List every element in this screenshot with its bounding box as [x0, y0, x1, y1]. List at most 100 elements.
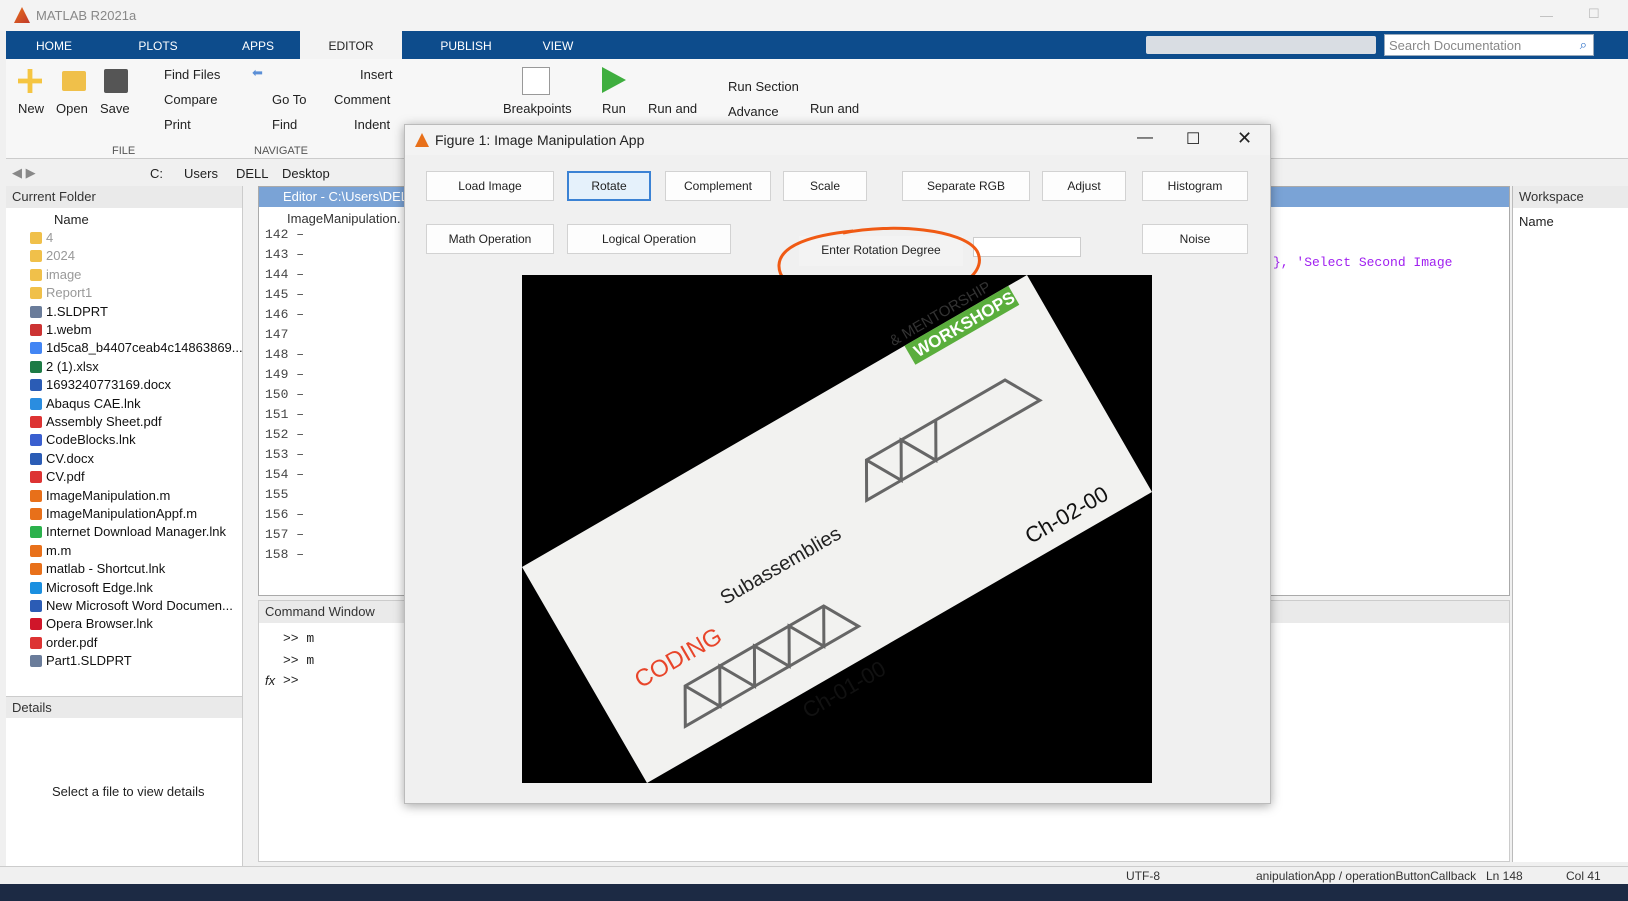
list-item[interactable]: 1.SLDPRT [46, 304, 108, 319]
new-button[interactable]: New [18, 101, 44, 116]
list-item[interactable]: 1.webm [46, 322, 92, 337]
list-item[interactable]: image [46, 267, 81, 282]
file-icon [30, 232, 42, 244]
minimize-icon[interactable]: — [1137, 129, 1153, 147]
list-item[interactable]: Microsoft Edge.lnk [46, 580, 153, 595]
tab-editor[interactable]: EDITOR [300, 31, 402, 59]
comment-button[interactable]: Comment [334, 92, 390, 107]
list-item[interactable]: order.pdf [46, 635, 97, 650]
list-item[interactable]: Part1.SLDPRT [46, 653, 132, 668]
minimize-icon[interactable]: — [1540, 8, 1553, 23]
maximize-icon[interactable]: ☐ [1588, 6, 1600, 22]
line-number: 144 – [265, 267, 305, 282]
scale-button[interactable]: Scale [783, 171, 867, 201]
logical-operation-button[interactable]: Logical Operation [567, 224, 731, 254]
file-icon [30, 305, 42, 318]
list-item[interactable]: Opera Browser.lnk [46, 616, 153, 631]
file-icon [30, 600, 42, 612]
new-icon[interactable] [18, 69, 42, 93]
tab-home[interactable]: HOME [14, 31, 94, 59]
adjust-button[interactable]: Adjust [1042, 171, 1126, 201]
window-title: MATLAB R2021a [36, 8, 137, 23]
maximize-icon[interactable]: ☐ [1186, 129, 1200, 149]
quick-access-toolbar [1146, 36, 1376, 54]
list-item[interactable]: ImageManipulation.m [46, 488, 170, 503]
list-item[interactable]: Internet Download Manager.lnk [46, 524, 226, 539]
goto-button[interactable]: Go To [272, 92, 306, 107]
code-line[interactable]: }, 'Select Second Image [1273, 255, 1452, 270]
breakpoints-button[interactable]: Breakpoints [503, 101, 572, 116]
back-icon[interactable]: ◀ ▶ [12, 165, 36, 181]
line-number: 142 – [265, 227, 305, 242]
rotated-image: CODING Subassemblies Ch-01-00 Ch-02-00 &… [522, 275, 1152, 783]
path-segment[interactable]: Desktop [282, 166, 330, 181]
tab-plots[interactable]: PLOTS [118, 31, 198, 59]
command-line: >> m [283, 631, 315, 646]
list-item[interactable]: 2 (1).xlsx [46, 359, 99, 374]
run-and-time-button[interactable]: Run and [810, 101, 859, 116]
path-segment[interactable]: DELL [236, 166, 269, 181]
tab-view[interactable]: VIEW [518, 31, 598, 59]
find-button[interactable]: Find [272, 117, 297, 132]
name-column-header[interactable]: Name [54, 212, 89, 227]
list-item[interactable]: ImageManipulationAppf.m [46, 506, 197, 521]
list-item[interactable]: Abaqus CAE.lnk [46, 396, 141, 411]
list-item[interactable]: CV.docx [46, 451, 94, 466]
open-button[interactable]: Open [56, 101, 88, 116]
print-button[interactable]: Print [164, 117, 191, 132]
list-item[interactable]: CodeBlocks.lnk [46, 432, 136, 447]
fx-icon[interactable]: fx [265, 673, 275, 688]
details-title[interactable]: Details [6, 696, 242, 718]
workspace-name-column[interactable]: Name [1519, 214, 1554, 229]
tab-publish[interactable]: PUBLISH [416, 31, 516, 59]
path-segment[interactable]: Users [184, 166, 218, 181]
math-operation-button[interactable]: Math Operation [426, 224, 554, 254]
back-arrow-icon[interactable]: ⬅ [252, 65, 263, 81]
separate-rgb-button[interactable]: Separate RGB [902, 171, 1030, 201]
list-item[interactable]: Assembly Sheet.pdf [46, 414, 162, 429]
list-item[interactable]: CV.pdf [46, 469, 85, 484]
save-icon[interactable] [104, 69, 128, 93]
list-item[interactable]: matlab - Shortcut.lnk [46, 561, 165, 576]
noise-button[interactable]: Noise [1142, 224, 1248, 254]
list-item[interactable]: New Microsoft Word Documen... [46, 598, 233, 613]
line-number: 143 – [265, 247, 305, 262]
command-prompt[interactable]: >> [283, 673, 299, 688]
list-item[interactable]: m.m [46, 543, 71, 558]
file-icon [30, 581, 42, 594]
close-icon[interactable]: ✕ [1237, 128, 1252, 149]
encoding-status: UTF-8 [1126, 869, 1160, 883]
histogram-button[interactable]: Histogram [1142, 171, 1248, 201]
line-number: 148 – [265, 347, 305, 362]
image-axes: CODING Subassemblies Ch-01-00 Ch-02-00 &… [522, 275, 1152, 783]
load-image-button[interactable]: Load Image [426, 171, 554, 201]
figure-title: Figure 1: Image Manipulation App [435, 132, 645, 148]
list-item[interactable]: 4 [46, 230, 53, 245]
current-folder-panel: Current Folder Name 4 2024 image Report1 1.S… [6, 186, 243, 866]
run-button[interactable]: Run [602, 101, 626, 116]
run-and-advance-button[interactable]: Run and [648, 101, 697, 116]
compare-button[interactable]: Compare [164, 92, 217, 107]
breakpoints-icon[interactable] [522, 67, 550, 95]
function-status: anipulationApp / operationButtonCallback [1256, 869, 1477, 883]
list-item[interactable]: 1693240773169.docx [46, 377, 171, 392]
rotate-button[interactable]: Rotate [567, 171, 651, 201]
complement-button[interactable]: Complement [665, 171, 771, 201]
path-segment[interactable]: C: [150, 166, 163, 181]
search-icon[interactable]: ⌕ [1580, 37, 1587, 53]
run-section-button[interactable]: Run Section [728, 79, 799, 94]
open-icon[interactable] [62, 71, 86, 91]
indent-button[interactable]: Indent [354, 117, 390, 132]
run-icon[interactable] [602, 67, 626, 93]
find-files-button[interactable]: Find Files [164, 67, 220, 82]
advance-button[interactable]: Advance [728, 104, 779, 119]
save-button[interactable]: Save [100, 101, 130, 116]
list-item[interactable]: 1d5ca8_b4407ceab4c14863869... [46, 340, 243, 355]
list-item[interactable]: Report1 [46, 285, 92, 300]
tab-apps[interactable]: APPS [218, 31, 298, 59]
figure-title-bar: Figure 1: Image Manipulation App — ☐ ✕ [405, 125, 1270, 155]
list-item[interactable]: 2024 [46, 248, 75, 263]
file-icon [30, 250, 42, 263]
search-input[interactable]: Search Documentation ⌕ [1384, 34, 1594, 56]
insert-button[interactable]: Insert [360, 67, 393, 82]
